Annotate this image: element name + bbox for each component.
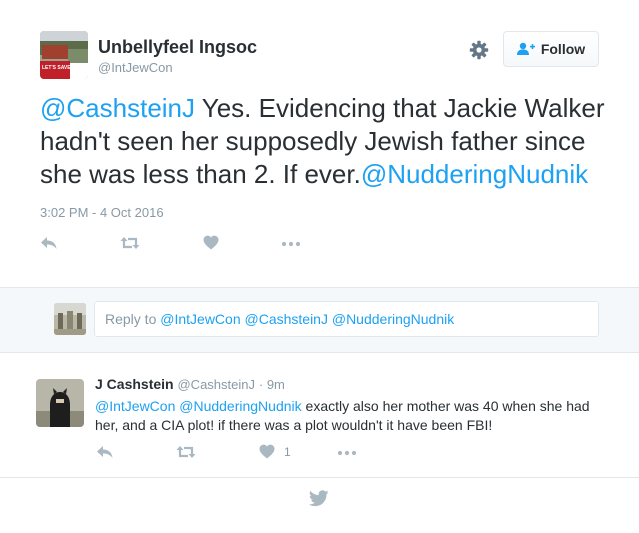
reply-composer: Reply to @IntJewCon @CashsteinJ @Nudderi… bbox=[0, 287, 639, 353]
twitter-bird-icon[interactable] bbox=[308, 490, 329, 507]
follow-person-plus-icon bbox=[516, 42, 535, 55]
timestamp[interactable]: 3:02 PM - 4 Oct 2016 bbox=[40, 205, 164, 220]
display-name[interactable]: Unbellyfeel Ingsoc bbox=[98, 37, 257, 58]
user-handle[interactable]: @CashsteinJ bbox=[177, 377, 255, 392]
follow-label: Follow bbox=[540, 41, 586, 57]
main-tweet: LET'S SAVE Unbellyfeel Ingsoc @IntJewCon bbox=[0, 0, 639, 287]
avatar[interactable] bbox=[36, 379, 84, 427]
mention-link[interactable]: @IntJewCon @NudderingNudnik bbox=[95, 398, 302, 414]
avatar[interactable]: LET'S SAVE bbox=[40, 31, 88, 79]
time-ago[interactable]: · 9m bbox=[259, 377, 285, 392]
reply-header: J Cashstein @CashsteinJ · 9m bbox=[95, 376, 285, 392]
tweet-actions bbox=[0, 235, 639, 253]
current-user-avatar bbox=[54, 303, 86, 335]
retweet-icon[interactable] bbox=[176, 444, 196, 462]
like-heart-icon[interactable] bbox=[203, 235, 223, 253]
like-count: 1 bbox=[284, 445, 291, 459]
mention-link[interactable]: @CashsteinJ bbox=[40, 93, 195, 123]
reply-icon[interactable] bbox=[40, 235, 60, 253]
more-dots-icon[interactable] bbox=[281, 235, 301, 253]
like-heart-icon[interactable] bbox=[259, 444, 279, 462]
user-handle[interactable]: @IntJewCon bbox=[98, 60, 173, 75]
display-name[interactable]: J Cashstein bbox=[95, 376, 174, 392]
reply-tweet: J Cashstein @CashsteinJ · 9m @IntJewCon … bbox=[0, 353, 639, 478]
reply-prefix: Reply to bbox=[105, 311, 161, 327]
tweet-text: @CashsteinJ Yes. Evidencing that Jackie … bbox=[40, 92, 610, 191]
reply-input[interactable]: Reply to @IntJewCon @CashsteinJ @Nudderi… bbox=[94, 301, 599, 337]
reply-icon[interactable] bbox=[96, 444, 116, 462]
mention-link[interactable]: @NudderingNudnik bbox=[361, 159, 588, 189]
more-dots-icon[interactable] bbox=[337, 444, 357, 462]
follow-button[interactable]: Follow bbox=[503, 31, 599, 67]
avatar-image: LET'S SAVE bbox=[40, 31, 88, 79]
reply-text: @IntJewCon @NudderingNudnik exactly also… bbox=[95, 397, 615, 435]
retweet-icon[interactable] bbox=[120, 235, 140, 253]
reply-mentions: @IntJewCon @CashsteinJ @NudderingNudnik bbox=[160, 311, 455, 327]
gear-icon[interactable] bbox=[469, 40, 489, 60]
avatar-sign-text: LET'S SAVE bbox=[42, 65, 71, 71]
